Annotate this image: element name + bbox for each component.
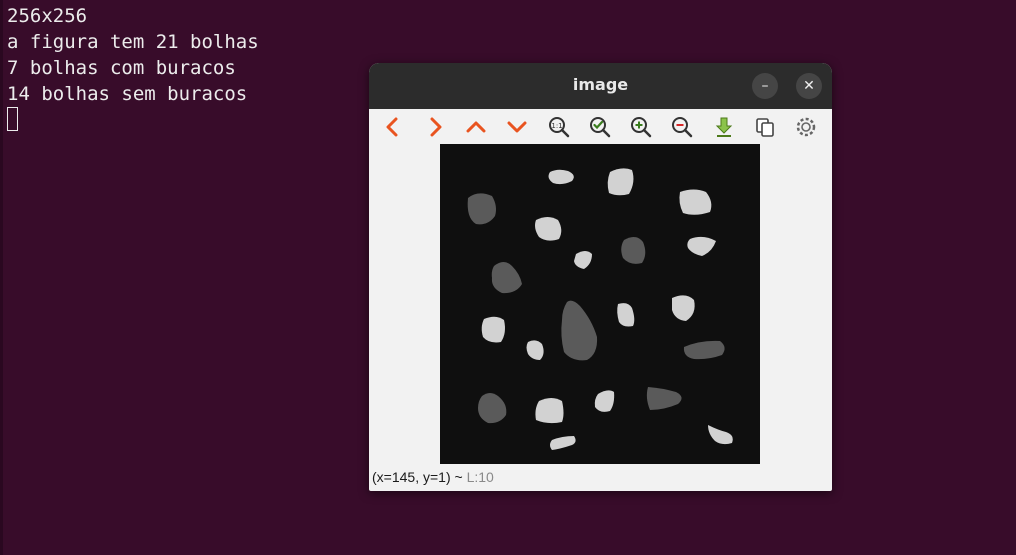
pan-down-icon[interactable] xyxy=(505,115,529,139)
close-button[interactable]: ✕ xyxy=(796,73,822,99)
minimize-icon: – xyxy=(761,78,769,94)
light-blob xyxy=(708,425,733,445)
terminal-line: 7 bolhas com buracos xyxy=(7,57,236,79)
light-blob xyxy=(594,390,615,412)
terminal-line: a figura tem 21 bolhas xyxy=(7,31,259,53)
image-window[interactable]: image – ✕ 1:1 (x=145, y=1) ~ L:10 xyxy=(369,63,832,491)
zoom-out-icon[interactable] xyxy=(670,115,694,139)
light-blob xyxy=(526,340,544,360)
status-bar: (x=145, y=1) ~ L:10 xyxy=(372,469,494,485)
light-blob xyxy=(535,217,562,241)
save-icon[interactable] xyxy=(712,115,736,139)
dark-blob xyxy=(478,393,507,424)
pixel-level: L:10 xyxy=(466,469,494,485)
cursor-coordinates: (x=145, y=1) ~ xyxy=(372,469,463,485)
light-blob xyxy=(679,189,712,215)
dark-blob xyxy=(491,262,522,294)
svg-text:1:1: 1:1 xyxy=(551,122,562,130)
image-canvas[interactable] xyxy=(440,144,760,464)
properties-icon[interactable] xyxy=(794,115,818,139)
pan-up-icon[interactable] xyxy=(464,115,488,139)
light-blob xyxy=(687,236,716,256)
terminal-edge xyxy=(0,0,3,555)
zoom-fit-icon[interactable] xyxy=(588,115,612,139)
light-blob xyxy=(672,295,695,321)
light-blob xyxy=(574,251,592,269)
terminal-cursor xyxy=(7,107,18,131)
pan-left-icon[interactable] xyxy=(381,115,405,139)
terminal-output[interactable]: 256x256 a figura tem 21 bolhas 7 bolhas co… xyxy=(7,3,259,133)
dark-blob xyxy=(561,300,598,361)
dark-blob xyxy=(467,193,496,225)
dark-blob xyxy=(646,387,682,410)
zoom-original-icon[interactable]: 1:1 xyxy=(547,115,571,139)
light-blob xyxy=(607,168,634,196)
close-icon: ✕ xyxy=(803,78,815,94)
dark-blob xyxy=(621,236,646,264)
minimize-button[interactable]: – xyxy=(752,73,778,99)
light-blob xyxy=(535,398,564,424)
dark-blob xyxy=(683,340,725,360)
pan-right-icon[interactable] xyxy=(423,115,447,139)
toolbar: 1:1 xyxy=(369,109,832,145)
title-bar[interactable]: image – ✕ xyxy=(369,63,832,109)
copy-icon[interactable] xyxy=(753,115,777,139)
terminal-line: 256x256 xyxy=(7,5,88,27)
zoom-in-icon[interactable] xyxy=(629,115,653,139)
light-blob xyxy=(481,316,505,343)
light-blob xyxy=(617,303,635,327)
light-blob xyxy=(550,436,576,450)
light-blob xyxy=(548,169,574,185)
terminal-line: 14 bolhas sem buracos xyxy=(7,83,248,105)
